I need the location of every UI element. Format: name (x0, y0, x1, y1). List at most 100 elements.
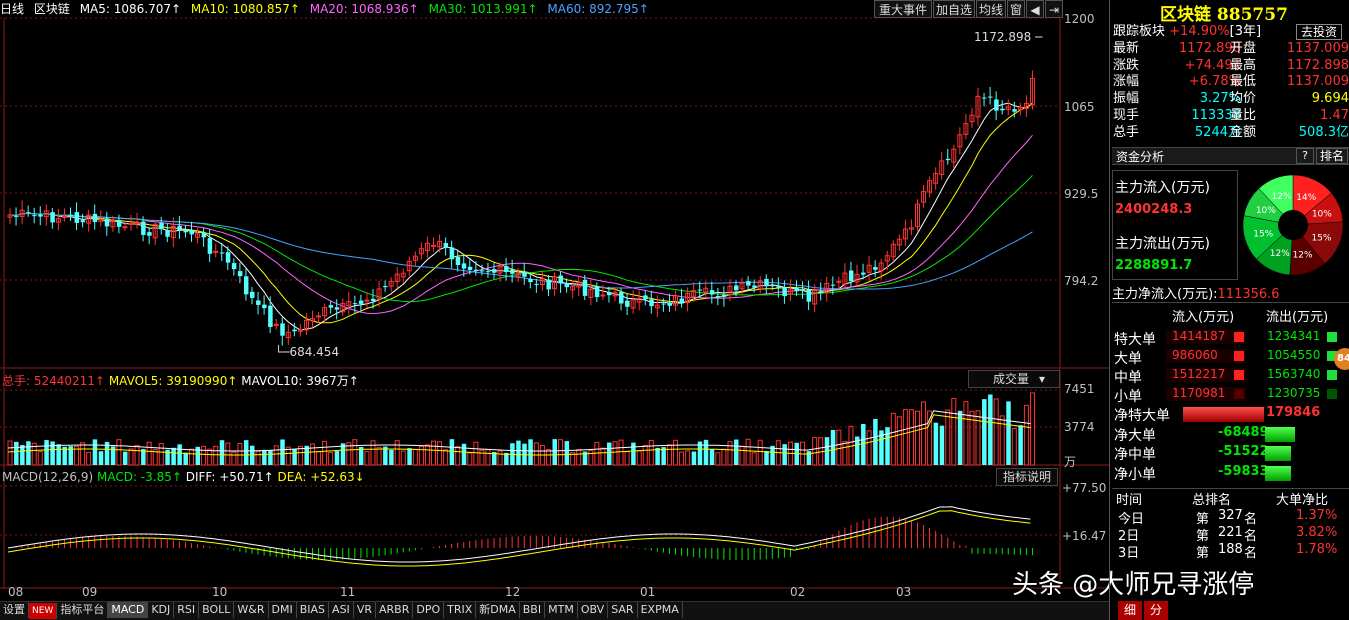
price-axis-794: 794.2 (1064, 274, 1099, 288)
candle (243, 268, 249, 301)
panel-divider (1109, 0, 1110, 620)
tab-12[interactable]: ARBR (376, 602, 414, 618)
tab-6[interactable]: BOLL (199, 602, 235, 618)
candle (14, 207, 19, 226)
pie-label: 12% (1270, 249, 1290, 259)
candle (303, 312, 309, 336)
tab-17[interactable]: MTM (545, 602, 578, 618)
candle (649, 290, 654, 314)
fund-analysis-title: 资金分析 (1116, 150, 1165, 164)
tab-3[interactable]: MACD (108, 602, 149, 618)
pie-center (1278, 210, 1308, 240)
tab-10[interactable]: ASI (329, 602, 354, 618)
candle (558, 271, 564, 293)
candle (715, 287, 721, 306)
tab-5[interactable]: RSI (174, 602, 200, 618)
volume-bar (655, 447, 660, 465)
inflow-marker (1234, 351, 1244, 361)
tab-4[interactable]: KDJ (148, 602, 175, 618)
tab-19[interactable]: SAR (608, 602, 638, 618)
volume-bar (830, 429, 836, 465)
quote-value: 1.47 (1320, 107, 1349, 123)
track-pct: +14.90% (1169, 24, 1230, 39)
tab-11[interactable]: VR (354, 602, 376, 618)
candle (945, 148, 951, 165)
candle (969, 108, 975, 129)
tab-2[interactable]: 指标平台 (57, 602, 109, 618)
volume-bar (631, 442, 636, 465)
volume-bar (636, 450, 642, 466)
tab-13[interactable]: DPO (413, 602, 445, 618)
candle (383, 280, 388, 292)
candle (552, 272, 557, 296)
price-axis-1200: 1200 (1064, 12, 1095, 26)
tab-8[interactable]: DMI (269, 602, 297, 618)
net-value: 179846 (1266, 405, 1321, 420)
pie-label: 15% (1311, 233, 1331, 243)
candle (921, 185, 927, 208)
chart-canvas (0, 17, 1110, 589)
candle (285, 324, 291, 345)
candle (673, 290, 678, 311)
volume-bar (473, 441, 479, 466)
tab-7[interactable]: W&R (234, 602, 269, 618)
volume-bar (836, 429, 842, 466)
volume-bar (26, 441, 31, 465)
candle (92, 204, 98, 230)
rank-col-total: 总排名 (1192, 493, 1232, 508)
tab-0[interactable]: 设置 (0, 602, 29, 618)
candle (975, 87, 981, 126)
volume-bar (92, 439, 98, 465)
help-icon[interactable]: ? (1296, 148, 1314, 164)
candle (963, 114, 969, 140)
macd-histogram (7, 506, 1033, 567)
tab-1[interactable]: NEW (29, 603, 58, 619)
volume-bar (1006, 401, 1011, 465)
volume-bar (394, 440, 400, 466)
volume-bar (268, 450, 273, 465)
order-outflow: 1234341 (1267, 329, 1321, 343)
candle (842, 263, 848, 290)
volume-bar (975, 410, 981, 466)
candle (951, 144, 957, 169)
quote-label: 最高 (1230, 57, 1257, 73)
goto-invest-button[interactable]: 去投资 (1296, 24, 1342, 40)
volume-bar (963, 401, 969, 466)
candle (812, 284, 818, 312)
indicator-dropdown[interactable]: 成交量 ▾ (968, 370, 1060, 388)
indicator-explain-button[interactable]: 指标说明 (996, 468, 1058, 486)
tab-9[interactable]: BIAS (297, 602, 330, 618)
floating-badge[interactable]: 84 (1334, 348, 1349, 370)
outflow-marker (1327, 332, 1337, 342)
pie-label: 10% (1256, 206, 1276, 216)
tab-18[interactable]: OBV (578, 602, 609, 618)
volume-bar (558, 439, 564, 466)
macd-axis-mid: +16.47 (1062, 529, 1107, 543)
candle (957, 127, 963, 155)
candle (582, 275, 588, 300)
tab-14[interactable]: TRIX (444, 602, 477, 618)
main-inflow-value: 2400248.3 (1115, 202, 1193, 217)
quote-label: 现手 (1113, 107, 1140, 123)
rank-col-time: 时间 (1116, 493, 1143, 508)
volume-bar (183, 452, 188, 465)
tab-15[interactable]: 新DMA (476, 602, 520, 618)
candle (449, 240, 455, 269)
volume-bar (292, 449, 297, 465)
candle (334, 299, 340, 320)
volume-bar (467, 452, 473, 466)
rank-button[interactable]: 排名 (1316, 148, 1348, 164)
rank-t: 3日 (1118, 546, 1140, 561)
volume-bar (1023, 404, 1029, 466)
candle (80, 213, 86, 228)
tab-20[interactable]: EXPMA (638, 602, 683, 618)
candle (346, 291, 352, 315)
tab-16[interactable]: BBI (520, 602, 546, 618)
volume-bar (316, 451, 322, 466)
candle (74, 202, 80, 231)
side-tab-detail[interactable]: 细 (1118, 601, 1142, 620)
quote-label: 最新 (1113, 41, 1140, 56)
side-tab-minute[interactable]: 分 (1144, 601, 1168, 620)
vol-axis-3774: 3774 (1064, 420, 1095, 434)
candle (400, 268, 406, 283)
